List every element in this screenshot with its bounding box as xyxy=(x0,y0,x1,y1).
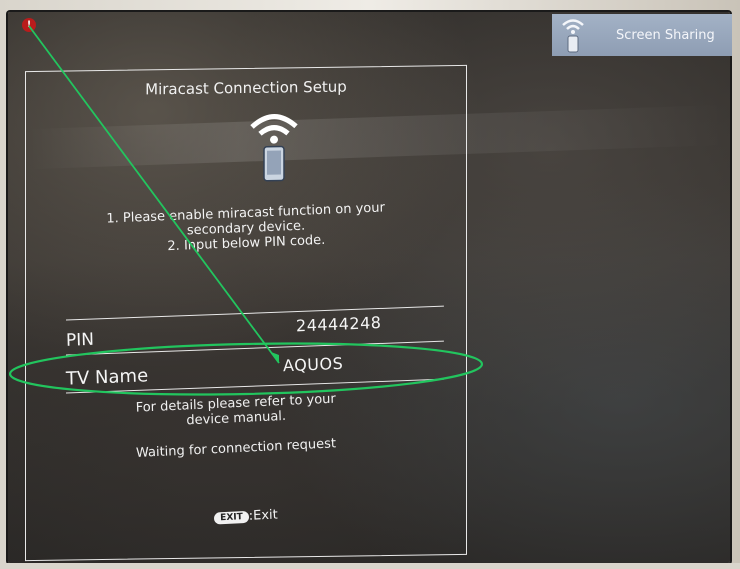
pin-label: PIN xyxy=(65,329,95,351)
setup-instructions: 1. Please enable miracast function on yo… xyxy=(55,198,436,258)
dialog-title: Miracast Connection Setup xyxy=(145,77,347,99)
divider xyxy=(65,305,444,321)
photo-edge xyxy=(0,563,740,569)
annotation-marker: ! xyxy=(22,18,36,32)
tv-name-label: TV Name xyxy=(65,365,149,390)
tv-name-value: AQUOS xyxy=(282,353,344,376)
wifi-phone-icon xyxy=(560,17,586,53)
screen-sharing-label: Screen Sharing xyxy=(616,27,715,43)
exit-key-icon: EXIT xyxy=(214,510,249,525)
details-text: For details please refer to your device … xyxy=(86,389,387,433)
connection-status: Waiting for connection request xyxy=(135,436,337,462)
pin-value: 24444248 xyxy=(295,312,382,336)
exit-label: :Exit xyxy=(248,507,279,524)
divider xyxy=(65,340,444,356)
exit-hint[interactable]: EXIT:Exit xyxy=(26,498,466,534)
miracast-dialog: Miracast Connection Setup 1. Please enab… xyxy=(25,64,467,562)
wifi-phone-icon xyxy=(244,108,304,184)
screen-sharing-badge: Screen Sharing xyxy=(552,14,732,56)
